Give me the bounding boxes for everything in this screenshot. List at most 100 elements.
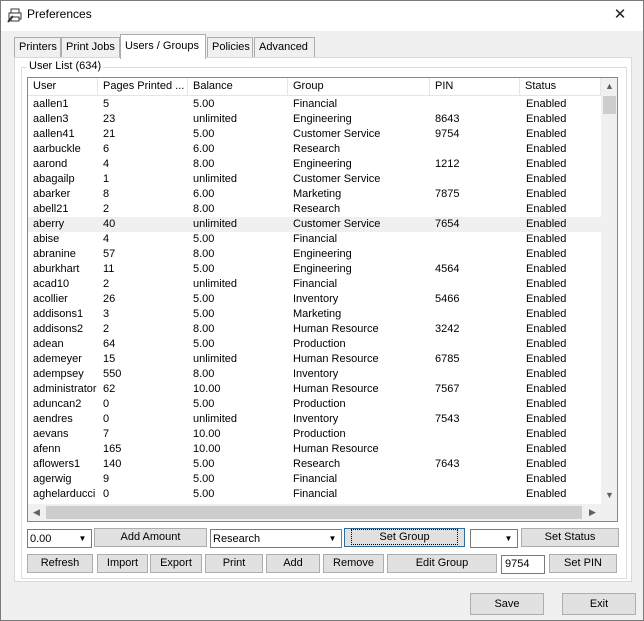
horizontal-scroll-thumb[interactable] (46, 506, 582, 519)
export-button[interactable]: Export (150, 554, 202, 573)
vertical-scrollbar[interactable]: ▲ ▼ (601, 78, 617, 504)
cell-user: aduncan2 (33, 398, 82, 410)
cell-user: administrator (33, 383, 97, 395)
chevron-down-icon[interactable]: ▼ (324, 530, 341, 547)
table-row[interactable]: abarker 8 6.00 Marketing 7875 Enabled (28, 187, 601, 202)
table-row[interactable]: abise 4 5.00 Financial Enabled (28, 232, 601, 247)
cell-group: Engineering (293, 113, 352, 125)
edit-group-button[interactable]: Edit Group (387, 554, 497, 573)
cell-status: Enabled (526, 413, 567, 425)
table-row[interactable]: addisons1 3 5.00 Marketing Enabled (28, 307, 601, 322)
cell-pages-printed: 3 (103, 308, 110, 320)
cell-user: aarbuckle (33, 143, 81, 155)
remove-user-button[interactable]: Remove (323, 554, 384, 573)
chevron-down-icon[interactable]: ▼ (74, 530, 91, 547)
table-row[interactable]: aghelarducci 0 5.00 Financial Enabled (28, 487, 601, 502)
table-row[interactable]: aflowers1 140 5.00 Research 7643 Enabled (28, 457, 601, 472)
cell-pages-printed: 550 (103, 368, 122, 380)
column-header-balance[interactable]: Balance (188, 78, 288, 96)
table-row[interactable]: acad10 2 unlimited Financial Enabled (28, 277, 601, 292)
scroll-up-icon[interactable]: ▲ (601, 78, 617, 95)
tab-print-jobs[interactable]: Print Jobs (61, 37, 120, 58)
table-row[interactable]: adean 64 5.00 Production Enabled (28, 337, 601, 352)
table-row[interactable]: aevans 7 10.00 Production Enabled (28, 427, 601, 442)
vertical-scroll-thumb[interactable] (603, 96, 616, 114)
cell-balance: 10.00 (193, 428, 221, 440)
cell-status: Enabled (526, 353, 567, 365)
cell-group: Inventory (293, 368, 339, 380)
table-row[interactable]: aberry 40 unlimited Customer Service 7654 Ena… (28, 217, 601, 232)
cell-pin (435, 247, 520, 262)
close-button[interactable]: ✕ (597, 1, 643, 31)
scroll-right-icon[interactable]: ▶ (584, 504, 601, 521)
horizontal-scrollbar[interactable]: ◀ ▶ (28, 504, 617, 521)
table-row[interactable]: afenn 165 10.00 Human Resource Enabled (28, 442, 601, 457)
table-row[interactable]: aduncan2 0 5.00 Production Enabled (28, 397, 601, 412)
cell-balance: 8.00 (193, 158, 215, 170)
tab-printers[interactable]: Printers (14, 37, 61, 58)
cell-user: aburkhart (33, 263, 80, 275)
set-pin-button[interactable]: Set PIN (549, 554, 617, 573)
cell-status: Enabled (526, 323, 567, 335)
cell-user: abell21 (33, 203, 69, 215)
cell-group: Human Resource (293, 353, 379, 365)
table-row[interactable]: aburkhart 11 5.00 Engineering 4564 Enabled (28, 262, 601, 277)
set-group-button[interactable]: Set Group (344, 528, 465, 547)
list-header: User Pages Printed ... Balance Group PIN… (28, 78, 601, 96)
cell-pages-printed: 62 (103, 383, 116, 395)
table-row[interactable]: aallen3 23 unlimited Engineering 8643 Enabled (28, 112, 601, 127)
tab-users-groups[interactable]: Users / Groups (120, 34, 206, 59)
table-row[interactable]: aallen1 5 5.00 Financial Enabled (28, 97, 601, 112)
column-header-user[interactable]: User (28, 78, 98, 96)
table-row[interactable]: abranine 57 8.00 Engineering Enabled (28, 247, 601, 262)
table-row[interactable]: addisons2 2 8.00 Human Resource 3242 Enabled (28, 322, 601, 337)
cell-pin (435, 337, 520, 352)
table-row[interactable]: aendres 0 unlimited Inventory 7543 Enabled (28, 412, 601, 427)
cell-pages-printed: 23 (103, 113, 116, 125)
cell-pin (435, 427, 520, 442)
table-row[interactable]: aarond 4 8.00 Engineering 1212 Enabled (28, 157, 601, 172)
column-header-status[interactable]: Status (520, 78, 601, 96)
cell-balance: unlimited (193, 413, 238, 425)
table-row[interactable]: aallen41 21 5.00 Customer Service 9754 Enable… (28, 127, 601, 142)
refresh-button[interactable]: Refresh (27, 554, 93, 573)
cell-balance: 5.00 (193, 473, 215, 485)
add-user-button[interactable]: Add (266, 554, 320, 573)
close-icon: ✕ (613, 6, 627, 23)
save-button[interactable]: Save (470, 593, 544, 615)
scroll-left-icon[interactable]: ◀ (28, 504, 45, 521)
pin-input[interactable]: 9754 (501, 555, 545, 574)
set-status-button[interactable]: Set Status (521, 528, 619, 547)
tab-advanced[interactable]: Advanced (254, 37, 315, 58)
table-row[interactable]: abell21 2 8.00 Research Enabled (28, 202, 601, 217)
table-row[interactable]: administrator 62 10.00 Human Resource 7567 En… (28, 382, 601, 397)
scroll-down-icon[interactable]: ▼ (601, 487, 617, 504)
table-row[interactable]: adempsey 550 8.00 Inventory Enabled (28, 367, 601, 382)
table-row[interactable]: ademeyer 15 unlimited Human Resource 6785 Ena… (28, 352, 601, 367)
status-combo[interactable]: ▼ (470, 529, 518, 548)
cell-pin: 7567 (435, 383, 460, 395)
chevron-down-icon[interactable]: ▼ (500, 530, 517, 547)
cell-pages-printed: 21 (103, 128, 116, 140)
table-row[interactable]: acollier 26 5.00 Inventory 5466 Enabled (28, 292, 601, 307)
column-header-pages-printed[interactable]: Pages Printed ... (98, 78, 188, 96)
cell-pin (435, 307, 520, 322)
table-row[interactable]: agerwig 9 5.00 Financial Enabled (28, 472, 601, 487)
group-combo[interactable]: Research ▼ (210, 529, 342, 548)
cell-user: afenn (33, 443, 61, 455)
printer-wrench-icon (7, 8, 22, 23)
exit-button[interactable]: Exit (562, 593, 636, 615)
cell-pages-printed: 26 (103, 293, 116, 305)
table-row[interactable]: abagailp 1 unlimited Customer Service Enable… (28, 172, 601, 187)
table-row[interactable]: aarbuckle 6 6.00 Research Enabled (28, 142, 601, 157)
import-button[interactable]: Import (97, 554, 148, 573)
column-header-group[interactable]: Group (288, 78, 430, 96)
column-header-pin[interactable]: PIN (430, 78, 520, 96)
user-list-view[interactable]: User Pages Printed ... Balance Group PIN… (27, 77, 618, 522)
print-button[interactable]: Print (205, 554, 263, 573)
cell-pin (435, 277, 520, 292)
amount-combo[interactable]: 0.00 ▼ (27, 529, 92, 548)
tab-policies[interactable]: Policies (207, 37, 253, 58)
add-amount-button[interactable]: Add Amount (94, 528, 207, 547)
cell-status: Enabled (526, 143, 567, 155)
